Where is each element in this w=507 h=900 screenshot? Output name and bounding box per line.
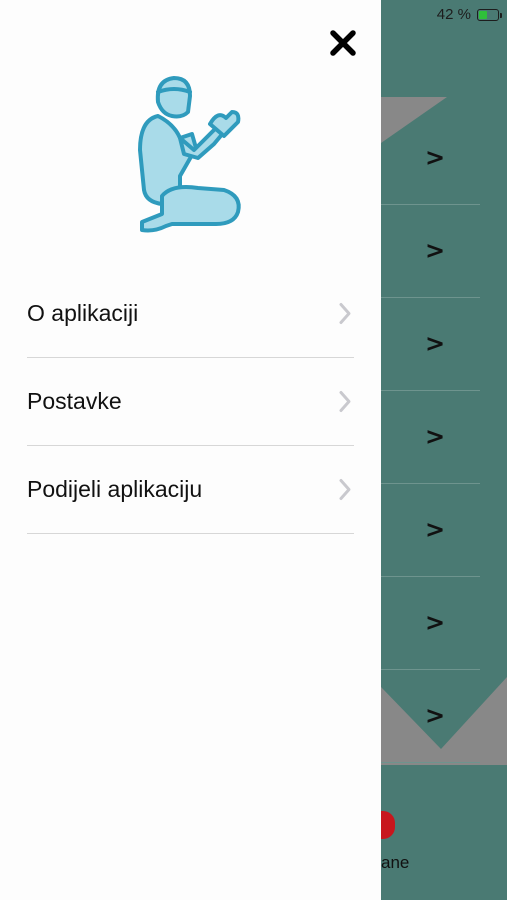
chevron-right-icon <box>339 478 351 500</box>
tab-label[interactable]: ane <box>381 853 409 873</box>
background-row[interactable]: > <box>381 205 507 298</box>
menu-item-about[interactable]: O aplikaciji <box>27 270 354 358</box>
status-bar: 42 % <box>436 6 502 23</box>
row-chevron: > <box>425 143 446 172</box>
row-chevron: > <box>425 608 446 637</box>
battery-percent: 42 % <box>436 6 471 23</box>
row-chevron: > <box>425 329 446 358</box>
background-row[interactable]: > <box>381 112 507 205</box>
close-button[interactable] <box>326 26 360 60</box>
close-icon <box>330 30 356 56</box>
row-chevron: > <box>425 422 446 451</box>
row-chevron: > <box>425 236 446 265</box>
menu-item-settings[interactable]: Postavke <box>27 358 354 446</box>
background-row[interactable]: > <box>381 484 507 577</box>
drawer-menu: O aplikaciji Postavke Podijeli aplikacij… <box>27 270 354 534</box>
side-drawer: O aplikaciji Postavke Podijeli aplikacij… <box>0 0 381 900</box>
background-row[interactable]: > <box>381 298 507 391</box>
background-row[interactable]: > <box>381 391 507 484</box>
menu-item-share[interactable]: Podijeli aplikaciju <box>27 446 354 534</box>
battery-icon <box>477 8 502 21</box>
menu-item-label: Postavke <box>27 388 122 414</box>
background-row[interactable]: > <box>381 670 507 763</box>
row-chevron: > <box>425 701 446 730</box>
chevron-right-icon <box>339 390 351 412</box>
chevron-right-icon <box>339 302 351 324</box>
background-row[interactable]: > <box>381 577 507 670</box>
menu-item-label: O aplikaciji <box>27 300 139 326</box>
menu-item-label: Podijeli aplikaciju <box>27 476 203 502</box>
row-chevron: > <box>425 515 446 544</box>
praying-person-icon <box>138 76 241 233</box>
background-tab-bar: ane <box>375 793 507 900</box>
